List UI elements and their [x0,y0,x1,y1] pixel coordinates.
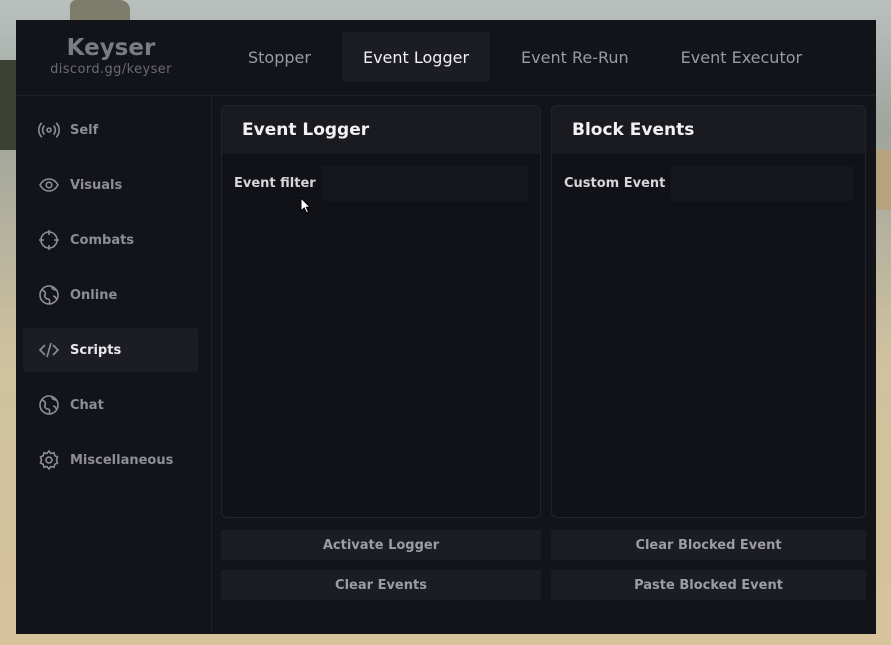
event-filter-input[interactable] [321,166,528,201]
paste-blocked-event-button[interactable]: Paste Blocked Event [551,570,866,600]
globe-icon [38,284,60,306]
custom-event-input[interactable] [671,166,853,201]
brand: Keyser discord.gg/keyser [16,34,206,78]
sidebar-item-scripts[interactable]: Scripts [23,328,198,372]
globe-icon [38,394,60,416]
sidebar-item-visuals[interactable]: Visuals [23,163,198,207]
top-bar: Keyser discord.gg/keyser Stopper Event L… [16,20,876,96]
crosshair-icon [38,229,60,251]
event-filter-row: Event filter [234,166,528,201]
sidebar-item-label: Chat [70,397,104,413]
sidebar-item-label: Self [70,122,99,138]
custom-event-row: Custom Event [564,166,853,201]
eye-icon [38,174,60,196]
sidebar-item-label: Scripts [70,342,122,358]
custom-event-label: Custom Event [564,176,666,191]
event-logger-panel: Event Logger Event filter [221,105,541,518]
activate-logger-button[interactable]: Activate Logger [221,530,541,560]
sidebar-item-self[interactable]: Self [23,108,198,152]
panel-title: Block Events [552,106,865,154]
tab-event-rerun[interactable]: Event Re-Run [500,32,650,82]
sidebar: Self Visuals Combats Online Scripts Chat… [16,96,212,634]
sidebar-item-label: Online [70,287,118,303]
tab-event-logger[interactable]: Event Logger [341,32,491,82]
menu-window: Keyser discord.gg/keyser Stopper Event L… [16,20,876,634]
code-icon [38,339,60,361]
tab-stopper[interactable]: Stopper [227,32,332,82]
mouse-cursor-icon [300,196,312,219]
broadcast-icon [38,119,60,141]
sidebar-item-miscellaneous[interactable]: Miscellaneous [23,438,198,482]
clear-events-button[interactable]: Clear Events [221,570,541,600]
sidebar-item-online[interactable]: Online [23,273,198,317]
background-rock [70,0,130,22]
brand-subtitle: discord.gg/keyser [50,62,172,77]
sidebar-item-chat[interactable]: Chat [23,383,198,427]
event-filter-label: Event filter [234,176,316,191]
sidebar-item-label: Combats [70,232,135,248]
gear-icon [38,449,60,471]
panel-title: Event Logger [222,106,540,154]
sidebar-item-combats[interactable]: Combats [23,218,198,262]
sidebar-item-label: Visuals [70,177,123,193]
clear-blocked-event-button[interactable]: Clear Blocked Event [551,530,866,560]
tab-bar: Stopper Event Logger Event Re-Run Event … [227,32,833,82]
brand-name: Keyser [66,35,156,61]
sidebar-item-label: Miscellaneous [70,452,174,468]
tab-event-executor[interactable]: Event Executor [660,32,823,82]
block-events-panel: Block Events Custom Event [551,105,866,518]
